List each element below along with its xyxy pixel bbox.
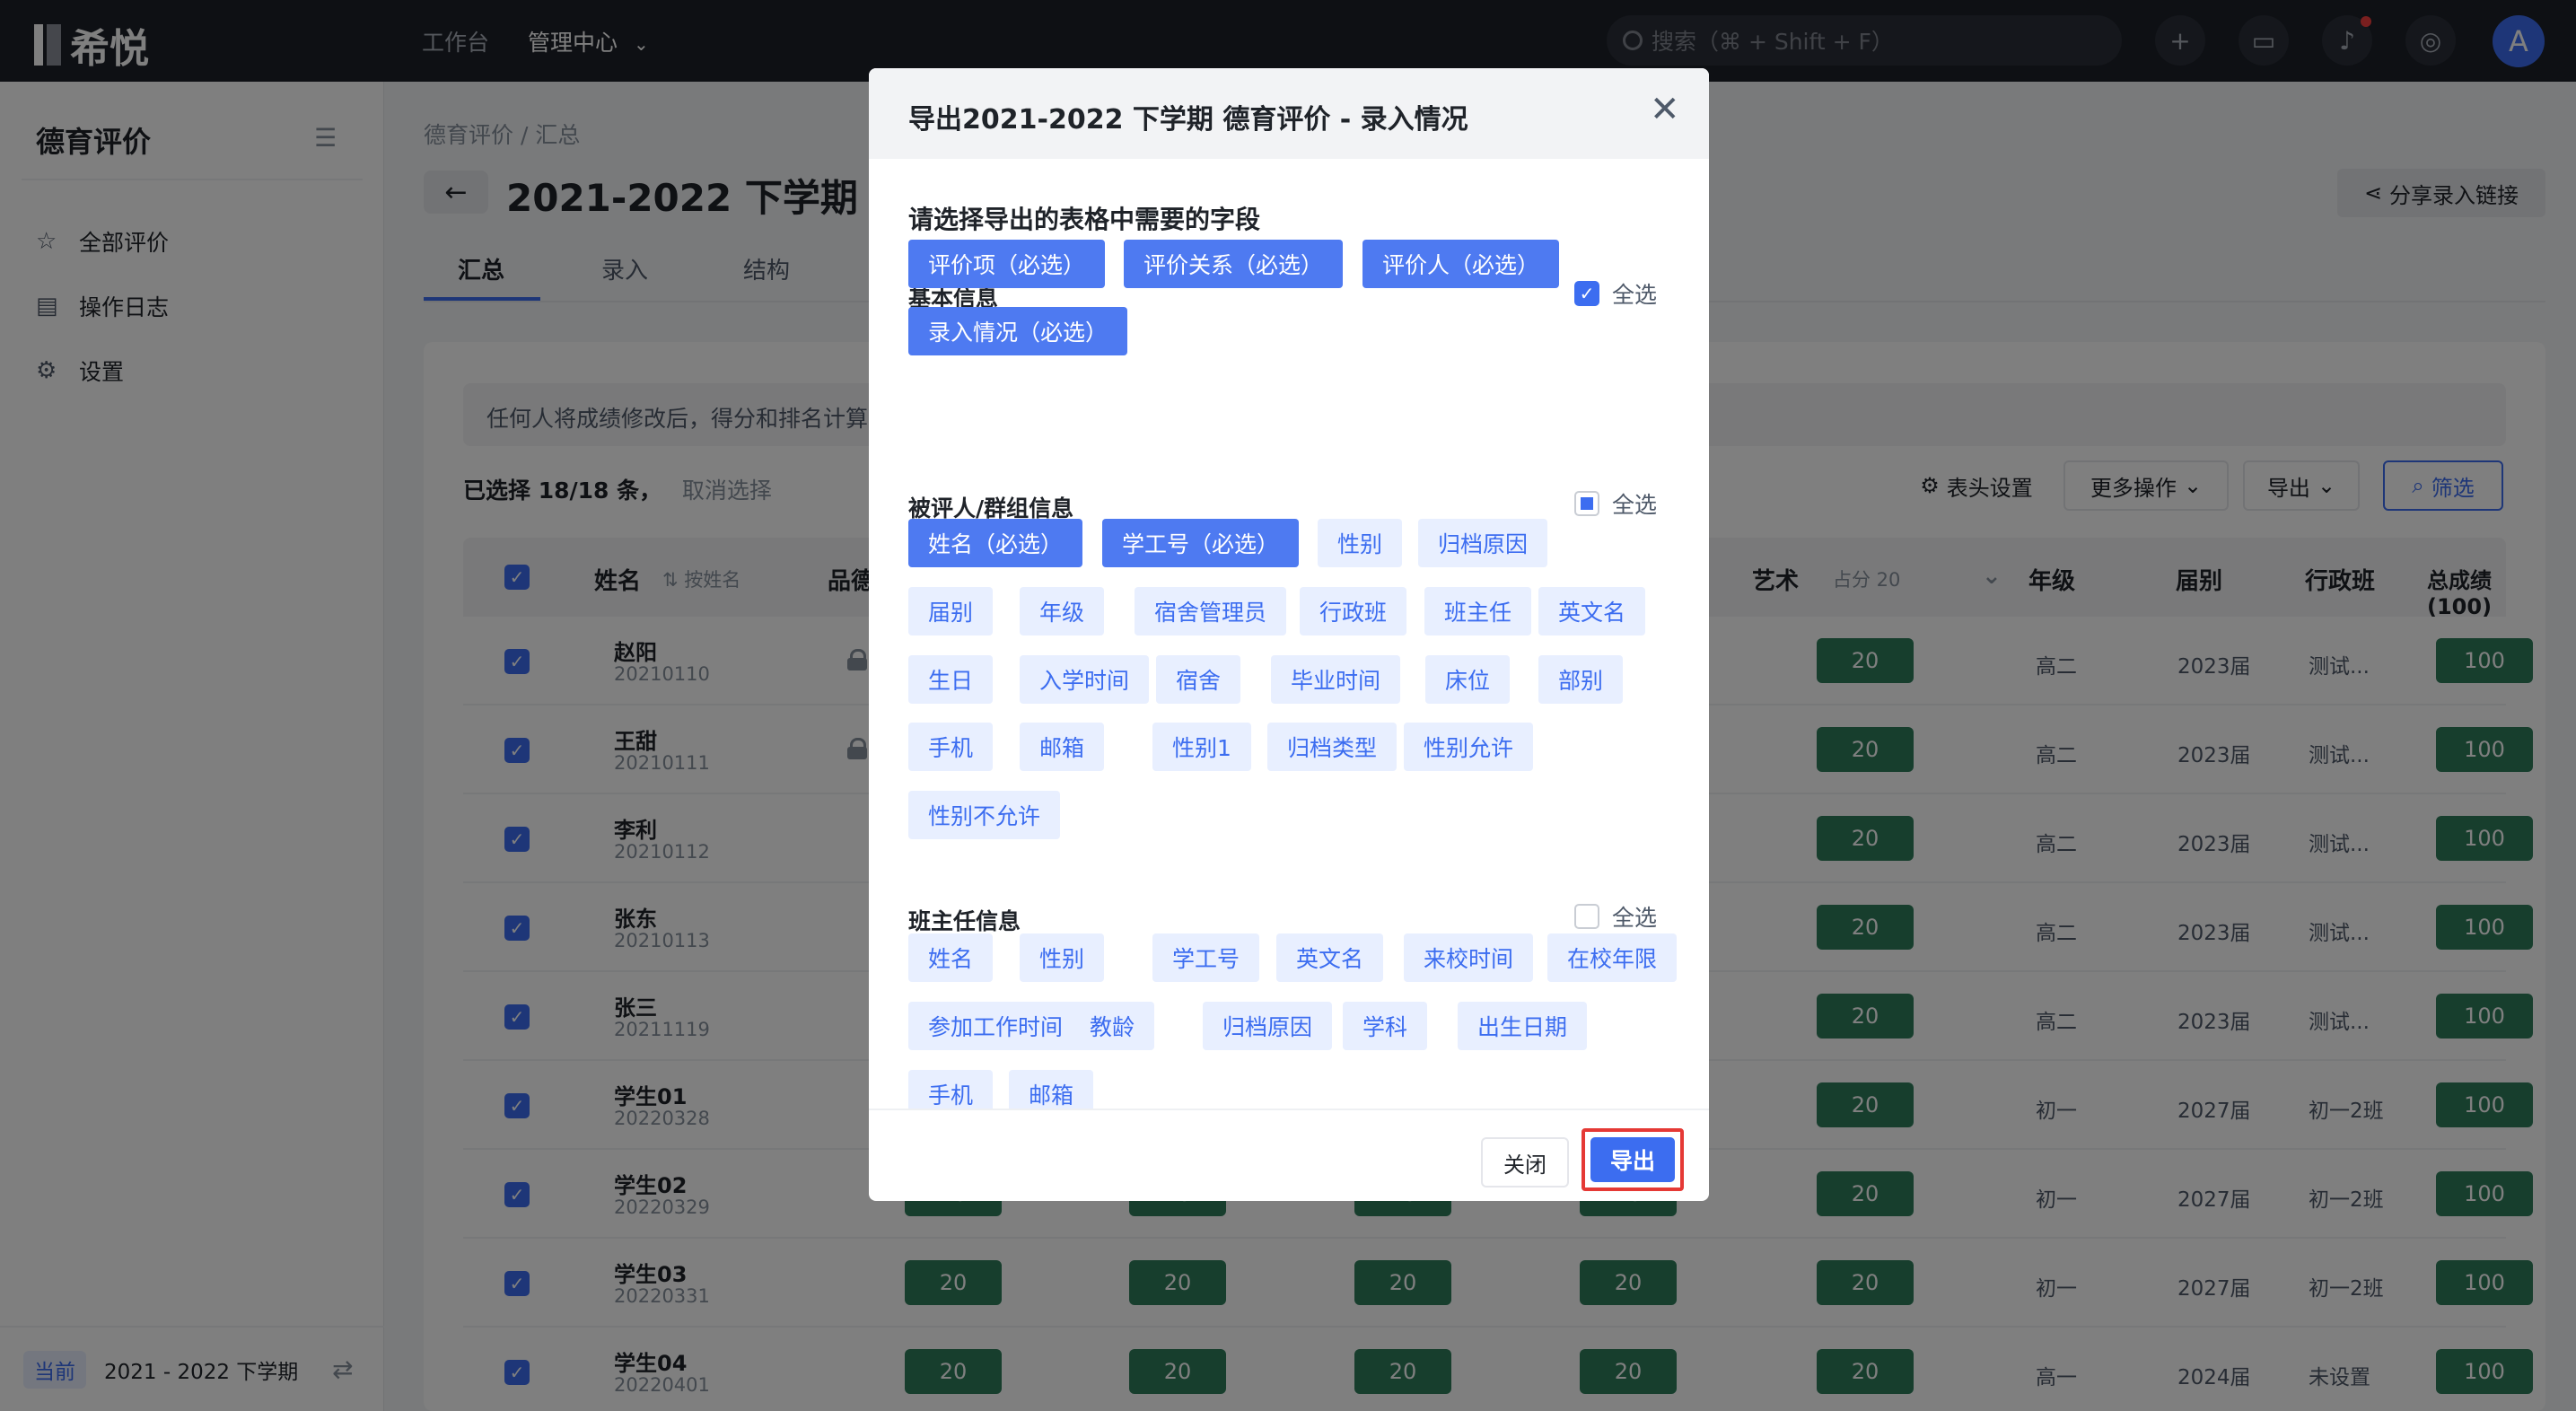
field-chip[interactable]: 出生日期 (1458, 1002, 1588, 1050)
field-chip[interactable]: 邮箱 (1009, 1070, 1094, 1109)
field-chip[interactable]: 毕业时间 (1271, 655, 1401, 704)
field-chip[interactable]: 参加工作时间 (908, 1002, 1083, 1050)
field-chip[interactable]: 届别 (908, 587, 994, 635)
field-chip[interactable]: 姓名 (908, 933, 994, 982)
field-chip[interactable]: 英文名 (1276, 933, 1384, 982)
field-chip[interactable]: 评价人（必选） (1362, 240, 1560, 288)
field-chip[interactable]: 教龄 (1070, 1002, 1155, 1050)
field-chip[interactable]: 归档原因 (1418, 519, 1548, 567)
field-chip[interactable]: 性别 (1318, 519, 1403, 567)
field-chip[interactable]: 班主任 (1424, 587, 1532, 635)
field-chip[interactable]: 录入情况（必选） (908, 307, 1128, 355)
select-all-label: 全选 (1612, 282, 1658, 308)
field-chip[interactable]: 手机 (908, 1070, 994, 1109)
field-chip[interactable]: 在校年限 (1547, 933, 1678, 982)
field-chip[interactable]: 入学时间 (1020, 655, 1150, 704)
field-chip[interactable]: 生日 (908, 655, 994, 704)
field-chip[interactable]: 学工号 (1152, 933, 1260, 982)
field-chip[interactable]: 学科 (1343, 1002, 1428, 1050)
field-chip[interactable]: 床位 (1425, 655, 1511, 704)
checkbox-empty-icon (1574, 904, 1599, 929)
modal-body[interactable]: 请选择导出的表格中需要的字段 基本信息 ✓ 全选 被评人/群组信息 全选 班主任… (869, 159, 1709, 1109)
checkbox-partial-icon (1574, 491, 1599, 516)
field-chip[interactable]: 手机 (908, 723, 994, 771)
export-button-highlight: 导出 (1582, 1128, 1684, 1191)
field-chip[interactable]: 行政班 (1300, 587, 1407, 635)
modal-header: 导出2021-2022 下学期 德育评价 - 录入情况 ✕ (869, 68, 1709, 159)
select-all-basic[interactable]: ✓ 全选 (1574, 277, 1657, 310)
field-chip[interactable]: 宿舍管理员 (1135, 587, 1287, 635)
modal-lead: 请选择导出的表格中需要的字段 (908, 205, 1261, 234)
field-chip[interactable]: 性别 (1020, 933, 1105, 982)
select-all-evaluatee[interactable]: 全选 (1574, 487, 1657, 520)
field-chip[interactable]: 归档类型 (1267, 723, 1398, 771)
field-chip[interactable]: 评价关系（必选） (1124, 240, 1344, 288)
field-chip[interactable]: 邮箱 (1020, 723, 1105, 771)
field-chip[interactable]: 姓名（必选） (908, 519, 1083, 567)
field-chip[interactable]: 性别1 (1152, 723, 1251, 771)
modal-footer: 关闭 导出 (869, 1109, 1709, 1201)
select-all-head-teacher[interactable]: 全选 (1574, 900, 1657, 933)
field-chip[interactable]: 性别允许 (1404, 723, 1534, 771)
field-chip[interactable]: 评价项（必选） (908, 240, 1106, 288)
export-button[interactable]: 导出 (1590, 1137, 1675, 1182)
field-chip[interactable]: 归档原因 (1203, 1002, 1333, 1050)
select-all-label: 全选 (1612, 492, 1658, 518)
select-all-label: 全选 (1612, 905, 1658, 931)
close-button[interactable]: 关闭 (1481, 1137, 1569, 1188)
export-modal: 导出2021-2022 下学期 德育评价 - 录入情况 ✕ 请选择导出的表格中需… (869, 68, 1709, 1201)
field-chip[interactable]: 来校时间 (1404, 933, 1534, 982)
checkbox-checked-icon: ✓ (1574, 281, 1599, 306)
close-icon[interactable]: ✕ (1650, 92, 1680, 127)
section-title-head-teacher: 班主任信息 (908, 908, 1021, 934)
field-chip[interactable]: 英文名 (1538, 587, 1646, 635)
field-chip[interactable]: 性别不允许 (908, 791, 1061, 839)
modal-title: 导出2021-2022 下学期 德育评价 - 录入情况 (908, 104, 1468, 136)
field-chip[interactable]: 学工号（必选） (1102, 519, 1300, 567)
field-chip[interactable]: 部别 (1538, 655, 1624, 704)
field-chip[interactable]: 年级 (1020, 587, 1105, 635)
field-chip[interactable]: 宿舍 (1156, 655, 1241, 704)
